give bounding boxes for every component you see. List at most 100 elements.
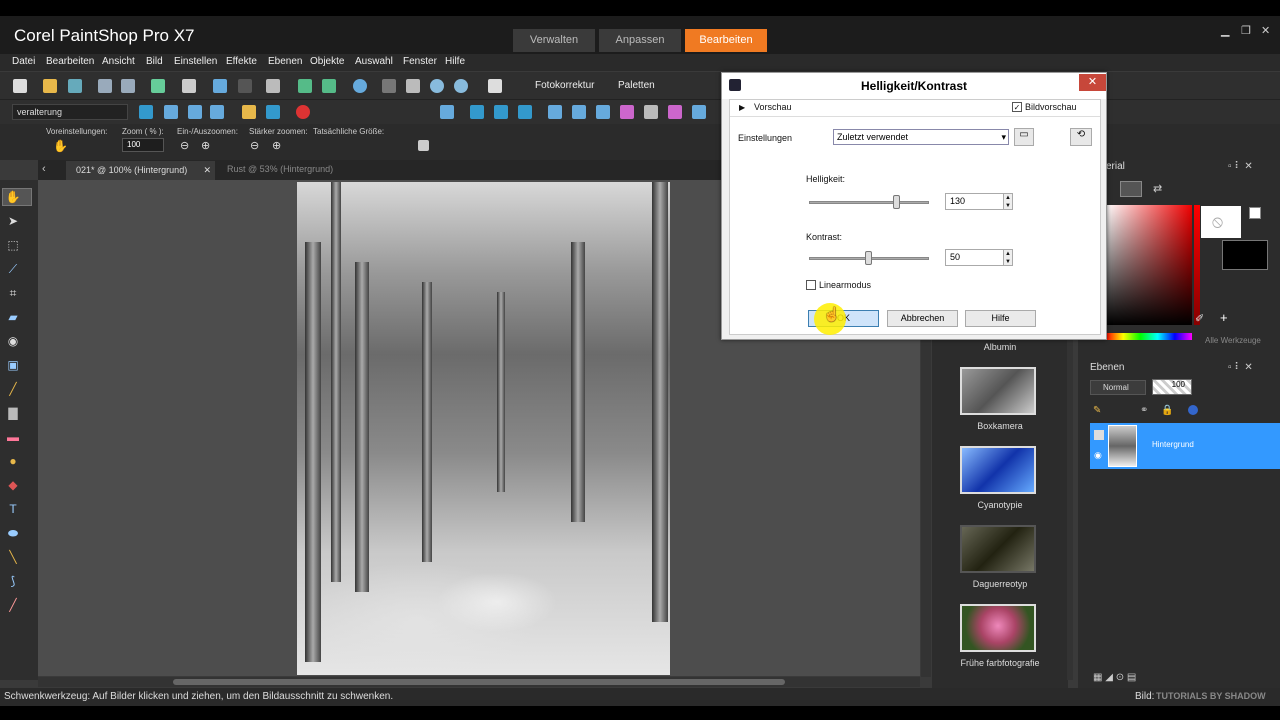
hand-preset-icon[interactable]: ✋ (53, 139, 68, 153)
play-icon[interactable] (139, 105, 153, 119)
einstellungen-select[interactable]: Zuletzt verwendet ▾ (833, 129, 1009, 145)
brush-tool-icon[interactable]: ╱ (5, 382, 21, 396)
photo5-icon[interactable] (644, 105, 658, 119)
zoom-input[interactable]: 100 (122, 138, 164, 152)
warp-tool-icon[interactable]: ⟆ (5, 574, 21, 588)
layout2-icon[interactable] (470, 105, 484, 119)
bildvorschau-checkbox[interactable]: ✓ (1012, 102, 1022, 112)
grid-icon[interactable] (382, 79, 396, 93)
paletten-menu[interactable]: Paletten (618, 80, 655, 91)
print-icon[interactable] (182, 79, 196, 93)
zoom-more-in-icon[interactable]: ⊕ (272, 139, 281, 152)
save-icon[interactable] (98, 79, 112, 93)
share-icon[interactable] (151, 79, 165, 93)
alle-werkzeuge-checkbox[interactable]: Alle Werkzeuge (1205, 336, 1261, 345)
horizontal-scroll-thumb[interactable] (173, 679, 785, 685)
red-eye-tool-icon[interactable]: ◉ (5, 334, 21, 348)
horizontal-scrollbar[interactable] (38, 677, 920, 687)
menu-fenster[interactable]: Fenster (403, 56, 437, 67)
rainbow-strip[interactable] (1106, 333, 1192, 340)
dropper-small-icon[interactable]: ✐ (1195, 312, 1204, 325)
script-tool-icon[interactable] (164, 105, 178, 119)
fit-icon[interactable] (406, 79, 420, 93)
menu-objekte[interactable]: Objekte (310, 56, 344, 67)
undo-icon[interactable] (213, 79, 227, 93)
linearmodus-checkbox[interactable] (806, 280, 816, 290)
forest-photo[interactable] (297, 182, 670, 675)
dropper-tool-icon[interactable]: ⟋ (5, 262, 21, 276)
save-preset-icon[interactable]: ▭ (1014, 128, 1034, 146)
hue-strip[interactable] (1194, 205, 1200, 325)
menu-bild[interactable]: Bild (146, 56, 163, 67)
redo-icon[interactable] (238, 79, 252, 93)
color-replace-tool-icon[interactable]: ◆ (5, 478, 21, 492)
eraser-tool-icon[interactable]: ▬ (5, 430, 21, 444)
effect-thumb-cyanotypie[interactable] (960, 446, 1036, 494)
shape-tool-icon[interactable]: ⬬ (5, 526, 21, 540)
close-icon[interactable]: ✕ (1261, 24, 1270, 37)
layout4-icon[interactable] (518, 105, 532, 119)
open-icon[interactable] (43, 79, 57, 93)
doc-tab-close-icon[interactable]: ✕ (203, 161, 211, 179)
photo-icon[interactable] (548, 105, 562, 119)
menu-ansicht[interactable]: Ansicht (102, 56, 135, 67)
mini-swatch-fg[interactable] (1249, 207, 1261, 219)
selection-tool-icon[interactable]: ⬚ (5, 238, 21, 252)
menu-datei[interactable]: Datei (12, 56, 35, 67)
color-picker-square[interactable] (1106, 205, 1192, 325)
menu-hilfe[interactable]: Hilfe (445, 56, 465, 67)
zoom-out-icon[interactable] (430, 79, 444, 93)
vorschau-label[interactable]: Vorschau (754, 102, 792, 112)
layout3-icon[interactable] (494, 105, 508, 119)
actual-size-icon[interactable] (418, 140, 429, 151)
menu-bearbeiten[interactable]: Bearbeiten (46, 56, 94, 67)
layers-panel-buttons-icon[interactable]: ▫ ⠇ ✕ (1228, 362, 1253, 373)
lighten-tool-icon[interactable]: ▇ (5, 406, 21, 420)
info-icon[interactable] (353, 79, 367, 93)
tab-verwalten[interactable]: Verwalten (513, 29, 595, 52)
tab-anpassen[interactable]: Anpassen (599, 29, 681, 52)
link-icon[interactable]: ⚭ (1140, 405, 1148, 416)
menu-einstellen[interactable]: Einstellen (174, 56, 217, 67)
blend-mode-select[interactable]: Normal (1090, 380, 1146, 395)
photo3-icon[interactable] (596, 105, 610, 119)
effect-thumb-daguerreotyp[interactable] (960, 525, 1036, 573)
script-edit-icon[interactable] (188, 105, 202, 119)
fotokorrektur-menu[interactable]: Fotokorrektur (535, 80, 594, 91)
save-as-icon[interactable] (121, 79, 135, 93)
vorschau-expand-icon[interactable]: ▶ (739, 103, 745, 112)
doc-tab-rust[interactable]: Rust @ 53% (Hintergrund) (227, 164, 333, 174)
dialog-close-button[interactable]: ✕ (1079, 74, 1106, 91)
photo2-icon[interactable] (572, 105, 586, 119)
browse-icon[interactable] (68, 79, 82, 93)
script-select[interactable]: veralterung (12, 104, 128, 120)
rotate-left-icon[interactable] (298, 79, 312, 93)
menu-auswahl[interactable]: Auswahl (355, 56, 393, 67)
abbrechen-button[interactable]: Abbrechen (887, 310, 958, 327)
background-swatch[interactable] (1222, 240, 1268, 270)
menu-effekte[interactable]: Effekte (226, 56, 257, 67)
record-icon[interactable] (296, 105, 310, 119)
photo4-icon[interactable] (620, 105, 634, 119)
layer-edit-icon[interactable]: ✎ (1093, 405, 1101, 416)
eye-icon[interactable]: ◉ (1094, 450, 1102, 461)
maximize-icon[interactable]: ❐ (1241, 24, 1251, 37)
lock-icon[interactable]: 🔒 (1161, 405, 1173, 416)
pick-tool-icon[interactable]: ➤ (5, 214, 21, 228)
clone-tool-icon[interactable]: ▣ (5, 358, 21, 372)
photo6-icon[interactable] (668, 105, 682, 119)
reset-icon[interactable]: ⟲ (1070, 128, 1092, 146)
globe-icon[interactable] (1188, 405, 1198, 415)
pan-tool-icon[interactable]: ✋ (5, 190, 21, 204)
resize-icon[interactable] (266, 79, 280, 93)
helligkeit-slider[interactable] (809, 201, 929, 204)
zoom-more-out-icon[interactable]: ⊖ (250, 139, 259, 152)
crop-tool-icon[interactable]: ⌗ (5, 286, 21, 300)
kontrast-spinner[interactable]: ▲ ▼ (1003, 249, 1013, 266)
kontrast-slider-thumb[interactable] (865, 251, 872, 265)
stop-icon[interactable] (266, 105, 280, 119)
tab-scroll-left-icon[interactable]: ‹ (42, 163, 46, 175)
add-swatch-icon[interactable]: + (1220, 310, 1228, 325)
menu-ebenen[interactable]: Ebenen (268, 56, 302, 67)
material-frame-tab[interactable] (1120, 181, 1142, 197)
